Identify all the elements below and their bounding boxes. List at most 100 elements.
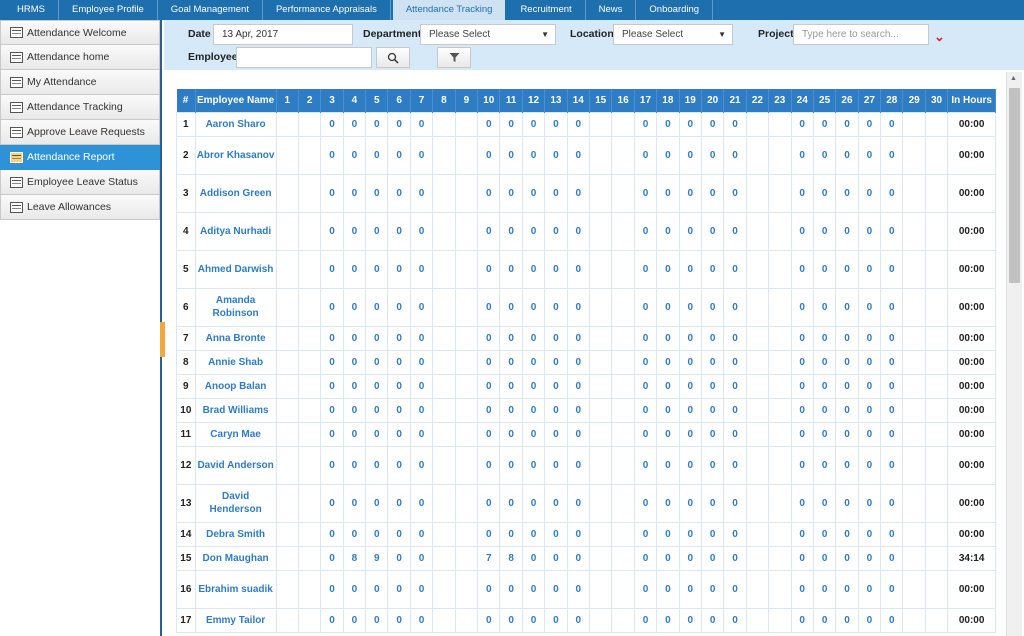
scroll-up-icon[interactable]: ▲ [1010,75,1017,82]
day-cell: 0 [723,569,747,609]
column-header[interactable]: 10 [477,89,501,112]
column-header[interactable]: 24 [791,89,814,112]
column-header[interactable]: In Hours [947,89,996,112]
column-header[interactable]: 2 [298,89,322,112]
column-header[interactable]: 16 [611,89,635,112]
in-hours-cell: 00:00 [947,173,996,213]
sidebar-item-approve-leave-requests[interactable]: Approve Leave Requests [0,120,160,145]
column-header[interactable]: 20 [701,89,725,112]
employee-name-link[interactable]: Caryn Mae [194,421,277,447]
column-header[interactable]: 11 [499,89,523,112]
column-header[interactable]: 14 [567,89,591,112]
employee-name-link[interactable]: Annie Shab [194,349,277,375]
sidebar-item-employee-leave-status[interactable]: Employee Leave Status [0,170,160,195]
column-header[interactable]: 12 [522,89,546,112]
column-header[interactable]: 21 [723,89,747,112]
day-cell: 0 [409,211,434,251]
column-header[interactable]: 8 [432,89,456,112]
column-header[interactable]: # [176,89,196,112]
employee-name-link[interactable]: David Henderson [194,483,277,523]
day-cell: 0 [320,445,344,485]
employee-name-link[interactable]: Addison Green [194,173,277,213]
tab-attendance-tracking[interactable]: Attendance Tracking [392,0,506,20]
sidebar-item-my-attendance[interactable]: My Attendance [0,70,160,95]
tab-employee-profile[interactable]: Employee Profile [59,0,158,20]
employee-name-link[interactable]: Anna Bronte [194,325,277,351]
day-cell: 0 [409,111,434,137]
employee-name-link[interactable]: Amanda Robinson [194,287,277,327]
column-header[interactable]: 15 [589,89,613,112]
employee-name-link[interactable]: Brad Williams [194,397,277,423]
splitter-handle[interactable] [160,322,165,357]
day-cell: 0 [656,373,680,399]
tab-performance-appraisals[interactable]: Performance Appraisals [263,0,391,20]
location-select[interactable]: Please Select ▼ [613,24,733,45]
employee-name-link[interactable]: Debra Smith [194,521,277,547]
column-header[interactable]: 29 [902,89,926,112]
employee-name-link[interactable]: Emmy Tailor [194,607,277,633]
employee-name-link[interactable]: Aditya Nurhadi [194,211,277,251]
day-cell [745,135,770,175]
tab-goal-management[interactable]: Goal Management [158,0,263,20]
column-header[interactable]: 3 [320,89,344,112]
sidebar-item-attendance-report[interactable]: Attendance Report [0,145,160,170]
column-header[interactable]: 5 [365,89,389,112]
day-cell: 0 [790,521,814,547]
tab-hrms[interactable]: HRMS [4,0,59,20]
column-header[interactable]: 17 [634,89,658,112]
column-header[interactable]: 9 [455,89,479,112]
employee-name-link[interactable]: Don Maughan [194,545,277,571]
column-header[interactable]: 30 [925,89,949,112]
day-cell: 0 [857,111,882,137]
column-header[interactable]: 26 [835,89,859,112]
department-select[interactable]: Please Select ▼ [420,24,556,45]
day-cell: 0 [812,421,837,447]
employee-name-link[interactable]: Ahmed Darwish [194,249,277,289]
column-header[interactable]: 22 [746,89,770,112]
column-header[interactable]: 13 [544,89,568,112]
day-cell [275,135,299,175]
column-header[interactable]: 18 [656,89,680,112]
day-cell: 0 [723,607,747,633]
top-tab-bar: HRMS Employee Profile Goal Management Perfo… [0,0,1024,20]
sidebar-item-leave-allowances[interactable]: Leave Allowances [0,195,160,220]
employee-name-link[interactable]: David Anderson [194,445,277,485]
employee-name-link[interactable]: Ebrahim suadik [194,569,277,609]
sidebar-item-attendance-tracking[interactable]: Attendance Tracking [0,95,160,120]
day-cell [745,397,770,423]
filter-button[interactable] [437,47,471,68]
vertical-scrollbar[interactable]: ▲ [1006,72,1022,636]
employee-input[interactable] [236,47,372,68]
employee-name-link[interactable]: Abror Khasanov [194,135,277,175]
tab-onboarding[interactable]: Onboarding [636,0,714,20]
tab-news[interactable]: News [586,0,637,20]
day-cell: 0 [320,325,344,351]
day-cell [588,249,613,289]
column-header[interactable]: 1 [276,89,299,112]
column-header[interactable]: 23 [768,89,792,112]
day-cell: 0 [835,397,859,423]
column-header[interactable]: Employee Name [195,89,277,112]
day-cell [902,211,926,251]
column-header[interactable]: 19 [679,89,702,112]
column-header[interactable]: 4 [343,89,367,112]
search-button[interactable] [376,47,410,68]
clear-icon[interactable]: ⌄ [934,29,945,45]
sidebar-item-attendance-welcome[interactable]: Attendance Welcome [0,20,160,45]
day-cell [432,521,456,547]
column-header[interactable]: 6 [387,89,411,112]
column-header[interactable]: 27 [858,89,882,112]
column-header[interactable]: 25 [813,89,837,112]
sidebar-item-attendance-home[interactable]: Attendance home [0,45,160,70]
employee-name-link[interactable]: Aaron Sharo [194,111,277,137]
scrollbar-thumb[interactable] [1009,88,1020,283]
day-cell: 0 [857,445,882,485]
date-input[interactable]: 13 Apr, 2017 [213,24,353,45]
project-search-input[interactable]: Type here to search... [793,24,929,45]
tab-recruitment[interactable]: Recruitment [507,0,586,20]
column-header[interactable]: 7 [410,89,434,112]
day-cell: 0 [566,287,591,327]
day-cell: 0 [656,325,680,351]
column-header[interactable]: 28 [880,89,904,112]
employee-name-link[interactable]: Anoop Balan [194,373,277,399]
